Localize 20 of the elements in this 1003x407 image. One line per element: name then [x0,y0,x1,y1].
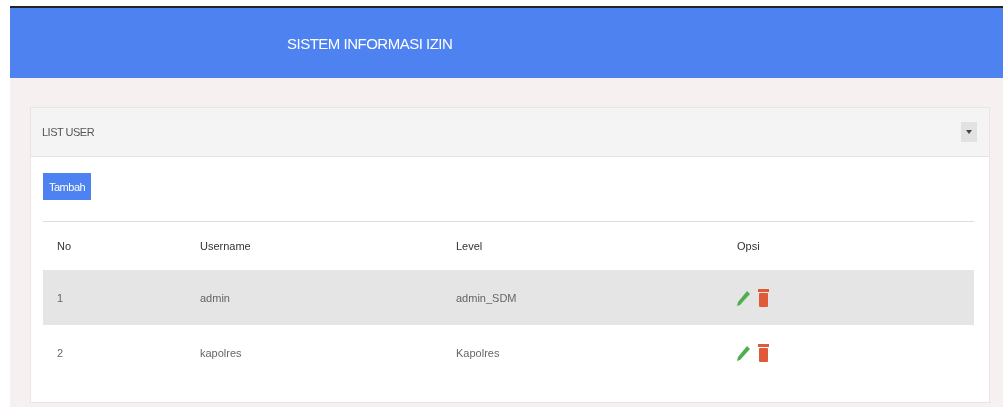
card-title: LIST USER [42,126,95,138]
caret-icon [966,130,972,134]
table-cell: 1 [57,291,64,304]
column-header: Level [442,221,723,270]
column-header: Username [186,221,442,270]
column-header: No [43,221,186,270]
table-cell: admin [200,291,230,304]
delete-icon[interactable] [758,288,769,307]
table-row[interactable]: 2 kapolres Kapolres [43,325,974,380]
delete-icon[interactable] [758,343,769,362]
table-cell: admin_SDM [456,291,517,304]
table-cell: Kapolres [456,346,500,359]
table-cell: kapolres [200,346,242,359]
column-header: Opsi [723,221,974,270]
add-button[interactable]: Tambah [43,173,92,200]
app-title: SISTEM INFORMASI IZIN [287,34,453,52]
table-cell: 2 [57,346,64,359]
edit-icon[interactable] [737,289,751,306]
collapse-button[interactable] [961,122,977,142]
edit-icon[interactable] [737,344,751,361]
